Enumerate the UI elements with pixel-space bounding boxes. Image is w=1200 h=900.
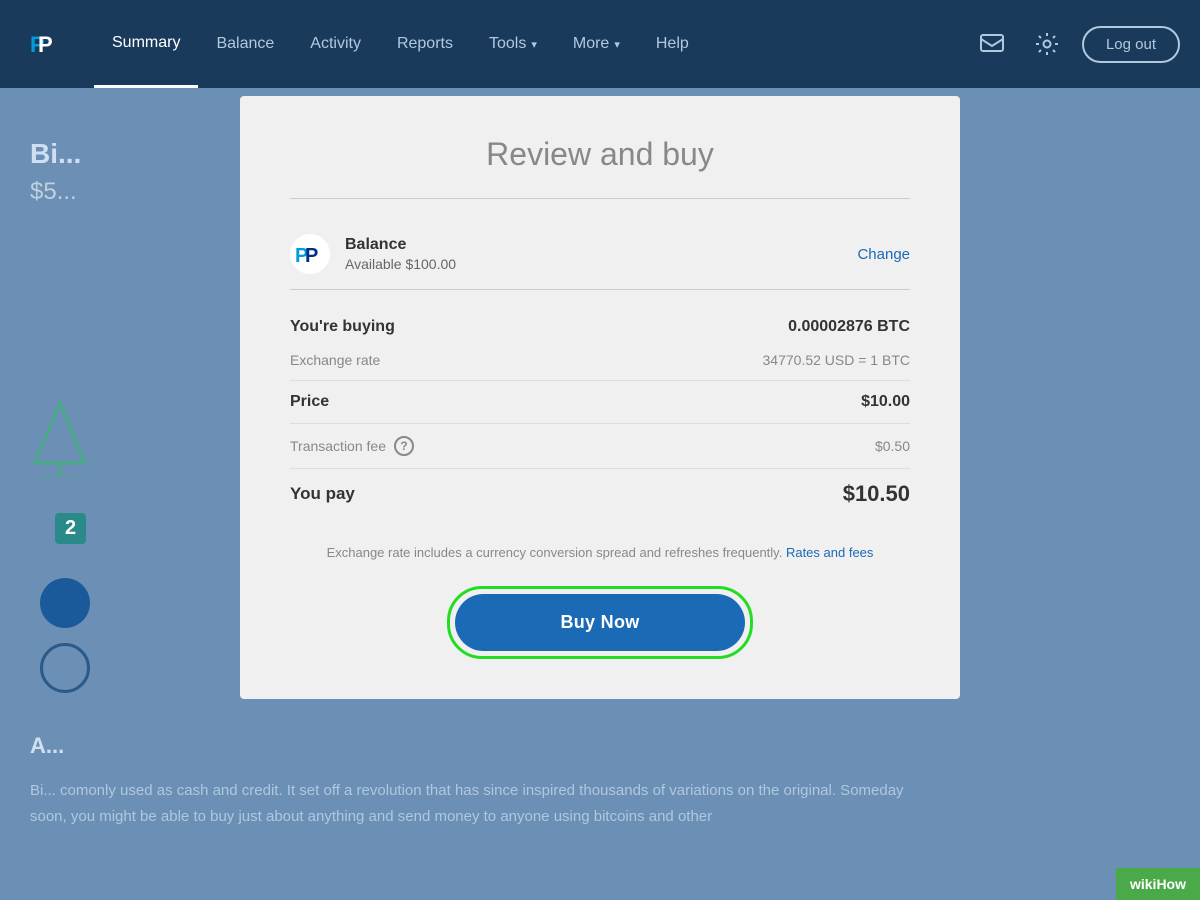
payment-method-row: P P Balance Available $100.00 Change [290,219,910,290]
payment-label: Balance [345,236,857,254]
buy-now-wrapper: Buy Now [290,586,910,659]
exchange-rate-row: Exchange rate 34770.52 USD = 1 BTC [290,344,910,376]
divider-1 [290,380,910,381]
exchange-rate-label: Exchange rate [290,352,380,368]
transaction-fee-row: Transaction fee ? $0.50 [290,428,910,464]
transaction-fee-value: $0.50 [875,438,910,454]
price-label: Price [290,393,329,411]
price-row: Price $10.00 [290,385,910,419]
payment-info: Balance Available $100.00 [345,236,857,272]
rates-fees-link[interactable]: Rates and fees [786,545,873,560]
modal-divider [290,198,910,199]
buy-now-button[interactable]: Buy Now [455,594,745,651]
buy-now-outer-border: Buy Now [447,586,753,659]
you-pay-row: You pay $10.50 [290,473,910,515]
paypal-logo-small: P P [290,234,330,274]
payment-available: Available $100.00 [345,256,857,272]
exchange-rate-value: 34770.52 USD = 1 BTC [763,352,910,368]
detail-section: You're buying 0.00002876 BTC Exchange ra… [290,300,910,525]
modal-title: Review and buy [290,136,910,173]
divider-2 [290,423,910,424]
you-pay-label: You pay [290,484,355,504]
divider-3 [290,468,910,469]
you-pay-value: $10.50 [843,481,910,507]
buying-value: 0.00002876 BTC [788,318,910,336]
transaction-fee-label: Transaction fee ? [290,436,414,456]
buying-row: You're buying 0.00002876 BTC [290,310,910,344]
modal-overlay: Review and buy P P Balance Available $10… [0,0,1200,900]
change-link[interactable]: Change [857,246,910,263]
modal: Review and buy P P Balance Available $10… [240,96,960,699]
disclaimer: Exchange rate includes a currency conver… [290,543,910,564]
buying-label: You're buying [290,318,395,336]
help-icon[interactable]: ? [394,436,414,456]
svg-text:P: P [305,245,318,267]
price-value: $10.00 [861,393,910,411]
